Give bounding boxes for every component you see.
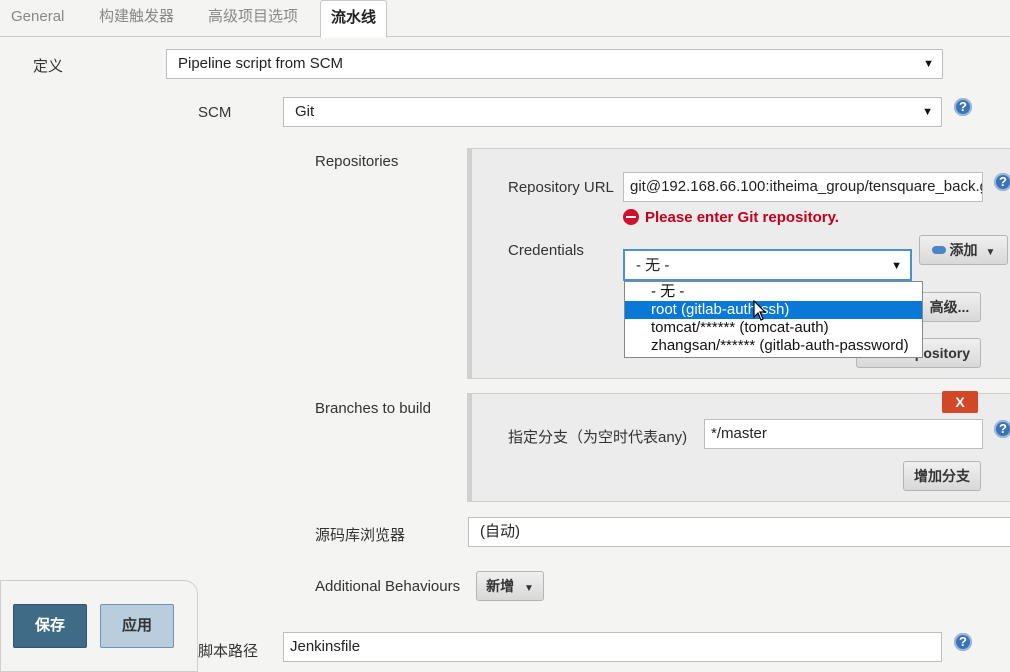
scm-label: SCM [198, 104, 232, 121]
repository-url-input[interactable]: git@192.168.66.100:itheima_group/tensqua… [623, 172, 983, 202]
definition-label: 定义 [33, 58, 64, 75]
definition-select[interactable]: Pipeline script from SCM ▼ [166, 49, 943, 79]
credentials-option-selected[interactable]: root (gitlab-auth-ssh) [625, 301, 922, 319]
credentials-select[interactable]: - 无 - ▼ [623, 249, 912, 281]
help-icon[interactable]: ? [994, 420, 1010, 438]
tab-bar: General 构建触发器 高级项目选项 流水线 [0, 0, 1010, 38]
key-icon [931, 246, 946, 254]
branch-specifier-input[interactable]: */master [704, 419, 983, 449]
repository-browser-label: 源码库浏览器 [315, 527, 406, 544]
tab-build-triggers[interactable]: 构建触发器 [99, 0, 174, 36]
credentials-value: - 无 - [636, 257, 670, 274]
repositories-label: Repositories [315, 153, 399, 170]
add-behaviour-button[interactable]: 新增 ▼ [476, 571, 544, 601]
add-branch-button[interactable]: 增加分支 [903, 461, 981, 491]
chevron-down-icon: ▼ [985, 247, 996, 258]
repository-browser-value: (自动) [480, 523, 520, 540]
advanced-button[interactable]: 高级... [918, 292, 981, 322]
chevron-down-icon: ▼ [923, 58, 934, 70]
error-icon [623, 209, 639, 225]
credentials-dropdown: - 无 - root (gitlab-auth-ssh) tomcat/****… [624, 281, 923, 358]
help-icon[interactable]: ? [954, 633, 972, 651]
scm-select[interactable]: Git ▼ [283, 97, 942, 127]
branch-specifier-label: 指定分支（为空时代表any) [508, 429, 688, 446]
branches-label: Branches to build [315, 400, 431, 417]
credentials-option[interactable]: - 无 - [625, 283, 922, 301]
url-error-message: Please enter Git repository. [623, 209, 839, 226]
scm-value: Git [295, 103, 315, 120]
delete-branch-button[interactable]: X [942, 391, 978, 413]
definition-value: Pipeline script from SCM [178, 55, 344, 72]
add-credentials-label: 添加 [949, 242, 978, 258]
credentials-option[interactable]: zhangsan/****** (gitlab-auth-password) [625, 337, 922, 355]
error-text: Please enter Git repository. [645, 209, 839, 226]
chevron-down-icon: ▼ [922, 106, 933, 118]
save-button[interactable]: 保存 [13, 604, 87, 648]
additional-behaviours-label: Additional Behaviours [315, 578, 461, 595]
help-icon[interactable]: ? [994, 173, 1010, 191]
chevron-down-icon: ▼ [523, 583, 534, 594]
add-credentials-button[interactable]: 添加 ▼ [919, 235, 1008, 265]
repository-browser-select[interactable]: (自动) [468, 517, 1010, 547]
repository-url-label: Repository URL [508, 179, 614, 196]
tab-general[interactable]: General [11, 0, 64, 36]
add-behaviour-label: 新增 [486, 578, 515, 594]
help-icon[interactable]: ? [954, 98, 972, 116]
credentials-option[interactable]: tomcat/****** (tomcat-auth) [625, 319, 922, 337]
chevron-down-icon: ▼ [891, 260, 902, 272]
tab-pipeline[interactable]: 流水线 [320, 0, 388, 38]
apply-button[interactable]: 应用 [100, 604, 174, 648]
tab-advanced-options[interactable]: 高级项目选项 [208, 0, 298, 36]
mouse-cursor-icon [753, 300, 767, 321]
credentials-label: Credentials [508, 242, 584, 259]
